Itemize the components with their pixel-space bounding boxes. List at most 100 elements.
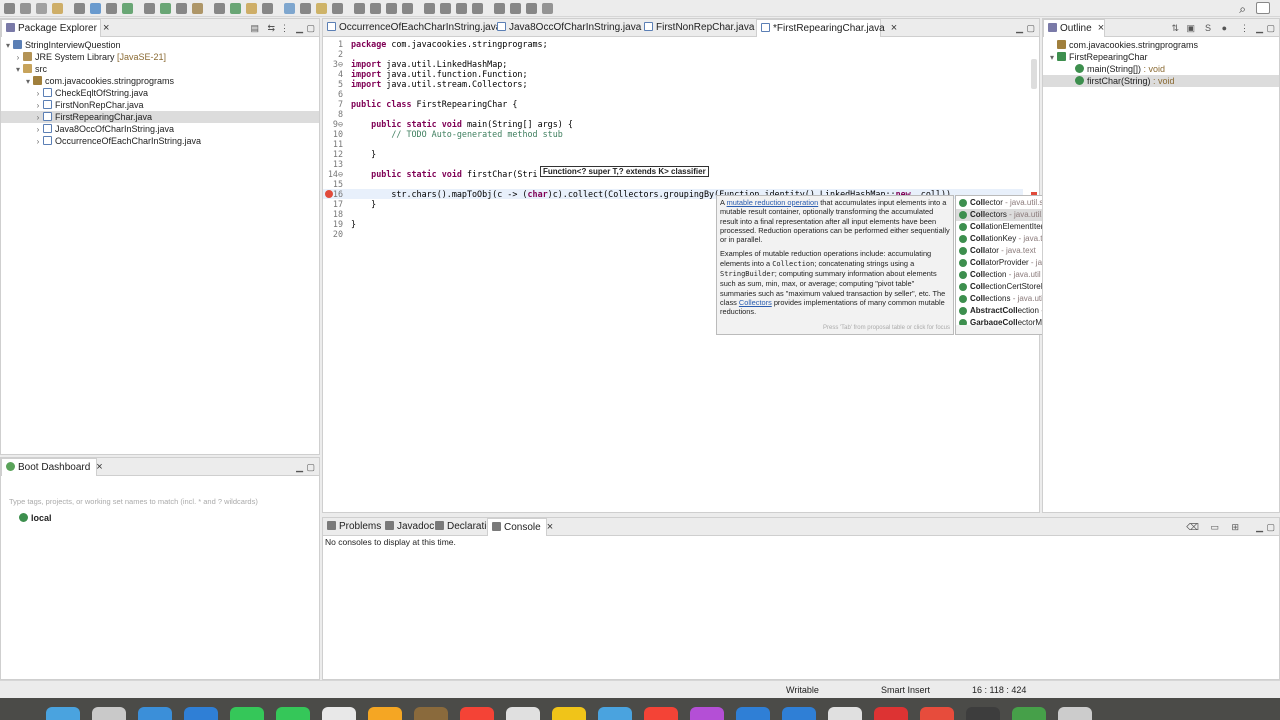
dock-app-icon[interactable] [644, 707, 678, 720]
code-text[interactable]: import java.util.LinkedHashMap; [351, 59, 507, 69]
minimize-icon[interactable]: ▁ [1016, 23, 1023, 34]
dock-app-icon[interactable] [92, 707, 126, 720]
code-line[interactable]: 1 package com.javacookies.stringprograms; [323, 39, 1023, 49]
toolbar-button-icon[interactable] [354, 3, 365, 14]
toolbar-button-icon[interactable] [316, 3, 327, 14]
javadoc-link[interactable]: mutable reduction operation [727, 198, 819, 207]
dock-app-icon[interactable] [1058, 707, 1092, 720]
dock-app-icon[interactable] [322, 707, 356, 720]
toolbar-button-icon[interactable] [144, 3, 155, 14]
tree-item[interactable]: › Java8OccOfCharInString.java [1, 123, 319, 135]
boot-filter-input[interactable]: Type tags, projects, or working set name… [9, 497, 313, 509]
dock-app-icon[interactable] [828, 707, 862, 720]
code-line[interactable]: 11 [323, 139, 1023, 149]
code-line[interactable]: 6 [323, 89, 1023, 99]
editor-tab[interactable]: OccurrenceOfEachCharInString.java [323, 19, 501, 37]
tree-item[interactable]: › CheckEqltOfString.java [1, 87, 319, 99]
toolbar-button-icon[interactable] [284, 3, 295, 14]
view-menu-icon[interactable]: ⋮ [1240, 23, 1249, 34]
code-line[interactable]: 10 // TODO Auto-generated method stub [323, 129, 1023, 139]
dock-app-icon[interactable] [552, 707, 586, 720]
toolbar-button-icon[interactable] [246, 3, 257, 14]
outline-item[interactable]: com.javacookies.stringprograms [1043, 39, 1279, 51]
toolbar-button-icon[interactable] [300, 3, 311, 14]
boot-item-local[interactable]: local [19, 512, 52, 524]
tab-boot-dashboard[interactable]: Boot Dashboard × [1, 458, 103, 476]
editor-tab[interactable]: *FirstRepearingChar.java × [756, 19, 897, 37]
toolbar-button-icon[interactable] [230, 3, 241, 14]
dock-app-icon[interactable] [368, 707, 402, 720]
close-icon[interactable]: × [96, 461, 102, 473]
view-menu-icon[interactable]: ⋮ [280, 23, 289, 34]
tree-item[interactable]: ▾ StringInterviewQuestion [1, 39, 319, 51]
dock-app-icon[interactable] [506, 707, 540, 720]
code-text[interactable]: } [351, 199, 376, 209]
toolbar-button-icon[interactable] [160, 3, 171, 14]
code-line[interactable]: 12 } [323, 149, 1023, 159]
dock-app-icon[interactable] [966, 707, 1000, 720]
toolbar-button-icon[interactable] [472, 3, 483, 14]
code-line[interactable]: 2 [323, 49, 1023, 59]
open-console-icon[interactable]: ⊞ [1231, 522, 1239, 533]
dock-app-icon[interactable] [1012, 707, 1046, 720]
toolbar-button-icon[interactable] [74, 3, 85, 14]
toolbar-button-icon[interactable] [52, 3, 63, 14]
code-line[interactable]: 4 import java.util.function.Function; [323, 69, 1023, 79]
dock-app-icon[interactable] [690, 707, 724, 720]
maximize-icon[interactable]: ▢ [306, 23, 315, 34]
toolbar-button-icon[interactable] [214, 3, 225, 14]
hide-nonpublic-icon[interactable]: ● [1222, 23, 1227, 33]
tree-item[interactable]: › FirstNonRepChar.java [1, 99, 319, 111]
dock-app-icon[interactable] [414, 707, 448, 720]
toolbar-button-icon[interactable] [192, 3, 203, 14]
dock-app-icon[interactable] [184, 707, 218, 720]
console-tab[interactable]: Console × [487, 518, 553, 536]
dock-app-icon[interactable] [46, 707, 80, 720]
code-text[interactable]: } [351, 149, 376, 159]
dock-app-icon[interactable] [736, 707, 770, 720]
javadoc-popup[interactable]: A mutable reduction operation that accum… [716, 195, 954, 335]
code-text[interactable]: import java.util.stream.Collectors; [351, 79, 528, 89]
tree-item[interactable]: › FirstRepearingChar.java [1, 111, 319, 123]
tree-item[interactable]: › JRE System Library [JavaSE-21] [1, 51, 319, 63]
dock-app-icon[interactable] [920, 707, 954, 720]
toolbar-button-icon[interactable] [440, 3, 451, 14]
toolbar-button-icon[interactable] [510, 3, 521, 14]
hide-fields-icon[interactable]: ▣ [1186, 23, 1195, 34]
minimize-icon[interactable]: ▁ [1256, 23, 1263, 34]
code-line[interactable]: 9⊖ public static void main(String[] args… [323, 119, 1023, 129]
search-icon[interactable]: ⌕ [1239, 2, 1246, 17]
code-line[interactable]: 5 import java.util.stream.Collectors; [323, 79, 1023, 89]
toolbar-button-icon[interactable] [20, 3, 31, 14]
toolbar-button-icon[interactable] [4, 3, 15, 14]
editor-tab[interactable]: Java8OccOfCharInString.java [493, 19, 641, 37]
collapse-all-icon[interactable]: ▤ [250, 23, 259, 34]
collectors-link[interactable]: Collectors [739, 298, 772, 307]
toolbar-button-icon[interactable] [402, 3, 413, 14]
outline-item[interactable]: firstChar(String) : void [1043, 75, 1279, 87]
console-tab[interactable]: Declaration [431, 518, 498, 536]
toolbar-button-icon[interactable] [456, 3, 467, 14]
toolbar-button-icon[interactable] [106, 3, 117, 14]
toolbar-button-icon[interactable] [262, 3, 273, 14]
toolbar-button-icon[interactable] [332, 3, 343, 14]
code-line[interactable]: 3⊖ import java.util.LinkedHashMap; [323, 59, 1023, 69]
perspective-icon[interactable] [1256, 2, 1270, 14]
code-line[interactable]: 7 public class FirstRepearingChar { [323, 99, 1023, 109]
display-console-icon[interactable]: ▭ [1210, 522, 1219, 533]
code-text[interactable]: package com.javacookies.stringprograms; [351, 39, 548, 49]
minimize-icon[interactable]: ▁ [296, 462, 303, 473]
toolbar-button-icon[interactable] [370, 3, 381, 14]
link-editor-icon[interactable]: ⇆ [267, 23, 275, 34]
tab-outline[interactable]: Outline × [1043, 19, 1105, 37]
toolbar-button-icon[interactable] [122, 3, 133, 14]
close-icon[interactable]: × [891, 22, 897, 34]
maximize-icon[interactable]: ▢ [306, 462, 315, 473]
maximize-icon[interactable]: ▢ [1266, 522, 1275, 533]
toolbar-button-icon[interactable] [424, 3, 435, 14]
toolbar-button-icon[interactable] [542, 3, 553, 14]
dock-app-icon[interactable] [598, 707, 632, 720]
code-text[interactable]: public static void main(String[] args) { [351, 119, 573, 129]
tree-item[interactable]: ▾ com.javacookies.stringprograms [1, 75, 319, 87]
toolbar-button-icon[interactable] [176, 3, 187, 14]
